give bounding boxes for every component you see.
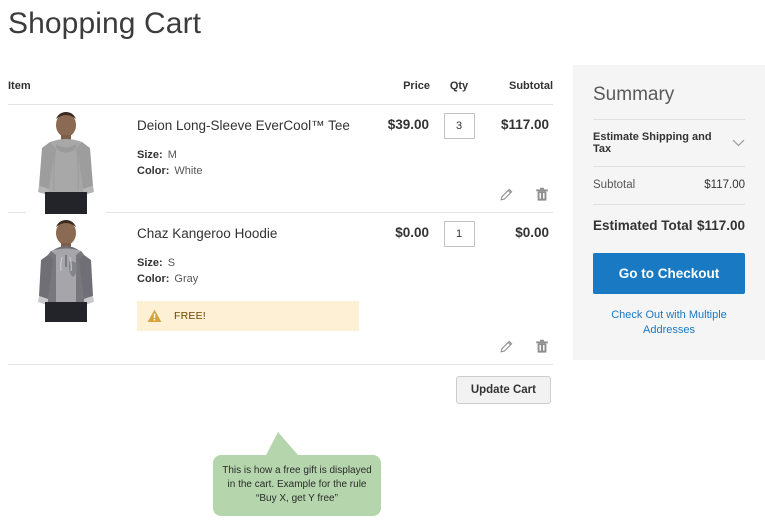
pencil-icon[interactable] bbox=[499, 340, 513, 354]
free-gift-text: FREE! bbox=[174, 310, 206, 322]
cart-footer: Update Cart bbox=[8, 365, 553, 404]
summary-total-value: $117.00 bbox=[696, 218, 745, 233]
option-label: Color: bbox=[137, 165, 170, 177]
annotation-callout: This is how a free gift is displayed in … bbox=[213, 455, 381, 516]
page-title: Shopping Cart bbox=[8, 7, 202, 40]
item-actions-cell bbox=[8, 332, 553, 365]
option-size: Size: M bbox=[137, 147, 367, 163]
callout-tail bbox=[258, 432, 308, 464]
column-header-subtotal: Subtotal bbox=[488, 80, 553, 105]
summary-subtotal-value: $117.00 bbox=[704, 179, 745, 191]
free-gift-notice: FREE! bbox=[137, 301, 359, 331]
trash-icon[interactable] bbox=[535, 339, 549, 354]
summary-subtotal-label: Subtotal bbox=[593, 179, 636, 191]
product-info: Deion Long-Sleeve EverCool™ Tee Size: M C… bbox=[137, 117, 367, 179]
product-options: Size: M Color: White bbox=[137, 147, 367, 179]
estimate-shipping-tax-toggle[interactable]: Estimate Shipping and Tax bbox=[593, 120, 745, 166]
product-cell: Deion Long-Sleeve EverCool™ Tee Size: M C… bbox=[8, 105, 368, 214]
go-to-checkout-button[interactable]: Go to Checkout bbox=[593, 253, 745, 294]
estimate-shipping-label: Estimate Shipping and Tax bbox=[593, 131, 712, 155]
column-header-price: Price bbox=[368, 80, 430, 105]
summary-title: Summary bbox=[593, 84, 675, 105]
summary-subtotal-row: Subtotal $117.00 bbox=[593, 167, 745, 204]
cart-table: Item Price Qty Subtotal Deion Long-Sleev… bbox=[8, 80, 553, 365]
cart-table-body: Deion Long-Sleeve EverCool™ Tee Size: M C… bbox=[8, 105, 553, 365]
table-row: Chaz Kangeroo Hoodie Size: S Color: Gray bbox=[8, 213, 553, 333]
column-header-item: Item bbox=[8, 80, 368, 105]
option-size: Size: S bbox=[137, 255, 367, 271]
product-price: $0.00 bbox=[395, 225, 429, 240]
product-price: $39.00 bbox=[387, 117, 429, 132]
product-info: Chaz Kangeroo Hoodie Size: S Color: Gray bbox=[137, 225, 367, 287]
callout-line-1: This is how a free gift is displayed bbox=[222, 465, 372, 476]
option-value: S bbox=[167, 257, 176, 269]
summary-total-row: Estimated Total $117.00 bbox=[593, 205, 745, 233]
warning-triangle-icon bbox=[147, 309, 162, 323]
checkout-multiple-addresses-link[interactable]: Check Out with Multiple Addresses bbox=[593, 308, 745, 338]
product-image-chaz-hoodie[interactable] bbox=[26, 217, 106, 322]
callout-line-3: “Buy X, get Y free” bbox=[256, 493, 338, 504]
option-value: M bbox=[167, 149, 177, 161]
table-row: Deion Long-Sleeve EverCool™ Tee Size: M C… bbox=[8, 105, 553, 214]
qty-input[interactable] bbox=[443, 221, 475, 247]
option-color: Color: Gray bbox=[137, 271, 367, 287]
option-value: White bbox=[174, 165, 203, 177]
cart-table-head: Item Price Qty Subtotal bbox=[8, 80, 553, 105]
product-options: Size: S Color: Gray bbox=[137, 255, 367, 287]
option-label: Color: bbox=[137, 273, 170, 285]
chevron-down-icon bbox=[732, 139, 745, 147]
cart-table-container: Item Price Qty Subtotal Deion Long-Sleev… bbox=[8, 80, 553, 404]
callout-line-2: in the cart. Example for the rule bbox=[227, 479, 367, 490]
trash-icon[interactable] bbox=[535, 187, 549, 202]
product-cell: Chaz Kangeroo Hoodie Size: S Color: Gray bbox=[8, 213, 368, 333]
option-label: Size: bbox=[137, 149, 163, 161]
update-cart-button[interactable]: Update Cart bbox=[455, 376, 551, 404]
product-subtotal: $117.00 bbox=[500, 117, 549, 132]
cart-header-row: Item Price Qty Subtotal bbox=[8, 80, 553, 105]
product-subtotal: $0.00 bbox=[515, 225, 549, 240]
product-name[interactable]: Deion Long-Sleeve EverCool™ Tee bbox=[137, 117, 367, 135]
product-name[interactable]: Chaz Kangeroo Hoodie bbox=[137, 225, 367, 243]
qty-input[interactable] bbox=[443, 113, 475, 139]
product-qty-cell bbox=[430, 105, 488, 181]
product-qty-cell bbox=[430, 213, 488, 333]
pencil-icon[interactable] bbox=[499, 188, 513, 202]
option-label: Size: bbox=[137, 257, 163, 269]
summary-panel: Summary Estimate Shipping and Tax Subtot… bbox=[573, 65, 765, 360]
option-color: Color: White bbox=[137, 163, 367, 179]
product-image-deion-tee[interactable] bbox=[26, 109, 106, 214]
item-actions-row bbox=[8, 332, 553, 365]
option-value: Gray bbox=[174, 273, 199, 285]
column-header-qty: Qty bbox=[430, 80, 488, 105]
summary-total-label: Estimated Total bbox=[593, 218, 693, 233]
